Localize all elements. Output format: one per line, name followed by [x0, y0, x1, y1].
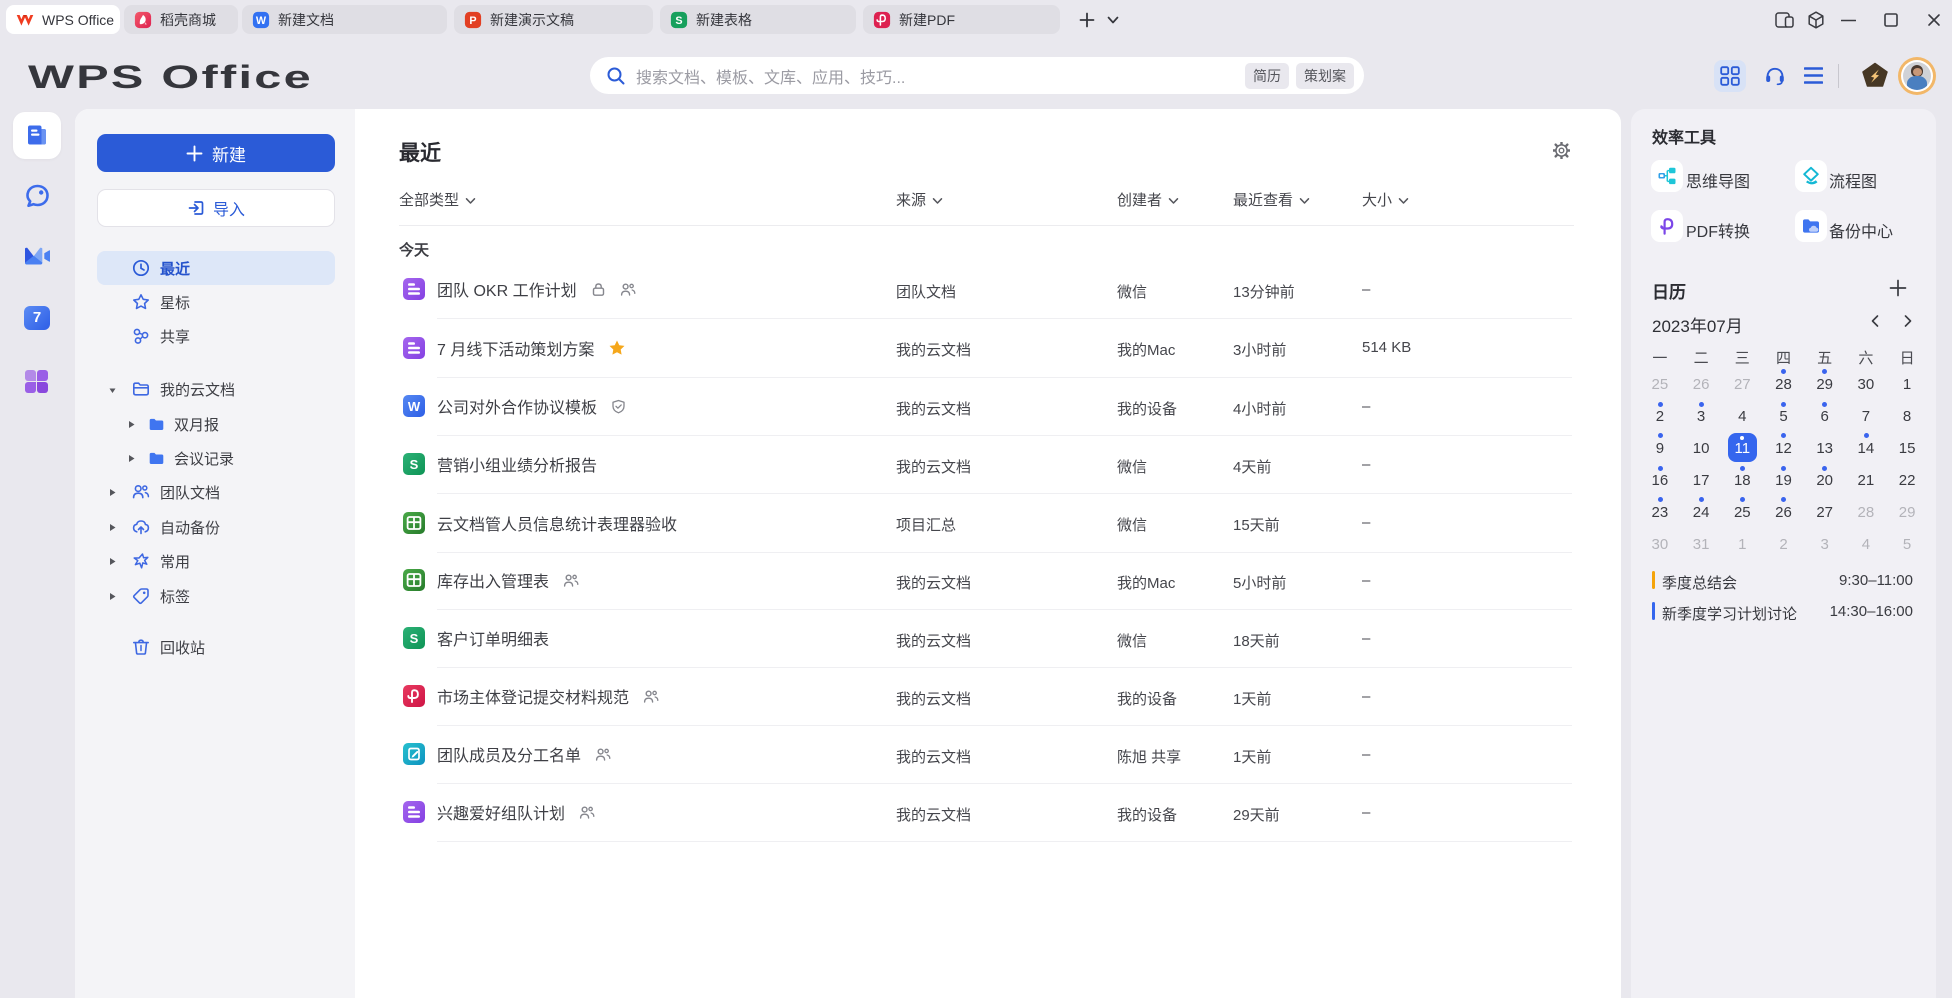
svg-text:P: P [469, 15, 476, 27]
svg-text:S: S [675, 15, 682, 27]
svg-text:W: W [256, 15, 267, 27]
svg-text:S: S [410, 457, 419, 472]
svg-text:S: S [410, 631, 419, 646]
svg-text:W: W [408, 399, 421, 414]
